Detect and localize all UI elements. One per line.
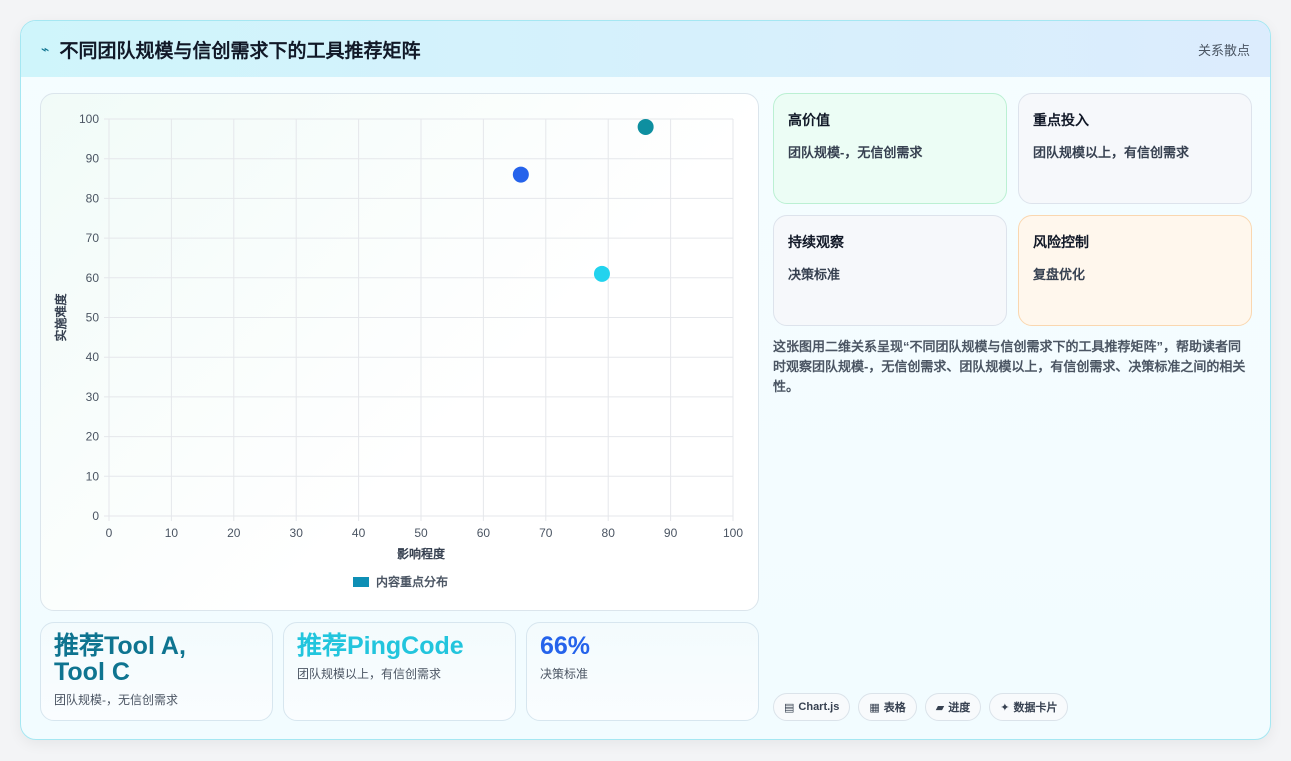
chip-progress[interactable]: ▰ 进度 — [924, 693, 982, 721]
progress-icon: ▰ — [935, 701, 945, 714]
x-tick-label: 0 — [106, 526, 113, 540]
chip-table[interactable]: ▦ 表格 — [858, 693, 917, 721]
chip-label: 数据卡片 — [1013, 702, 1058, 714]
chart-icon: ▤ — [784, 701, 795, 714]
quadrant-title: 风险控制 — [1033, 234, 1089, 250]
chart-card: 0 10 20 30 40 50 60 70 80 90 100 0 10 20 30 40 50 60 70 80 9… — [40, 93, 759, 611]
stat-label: 决策标准 — [540, 667, 589, 681]
header: ⌁ 不同团队规模与信创需求下的工具推荐矩阵 关系散点 — [21, 21, 1270, 77]
y-tick-label: 0 — [92, 509, 99, 523]
chip-data-card[interactable]: ✦ 数据卡片 — [989, 693, 1069, 721]
legend-label: 内容重点分布 — [376, 574, 448, 589]
quadrant-high-value: 高价值 团队规模-，无信创需求 — [773, 93, 1007, 204]
quadrant-text: 团队规模以上，有信创需求 — [1033, 145, 1190, 160]
x-tick-label: 20 — [227, 526, 241, 540]
stat-value: 推荐Tool A, Tool C — [54, 632, 186, 686]
quadrant-title: 高价值 — [788, 112, 830, 128]
data-point — [593, 265, 610, 282]
stat-value: 66% — [540, 632, 591, 660]
table-icon: ▦ — [869, 701, 880, 714]
sparkle-icon: ✦ — [1000, 701, 1010, 714]
y-tick-label: 80 — [86, 191, 100, 205]
main-panel: ⌁ 不同团队规模与信创需求下的工具推荐矩阵 关系散点 0 10 20 30 40 50 60… — [20, 20, 1271, 740]
x-tick-label: 50 — [414, 526, 428, 540]
quadrant-observe: 持续观察 决策标准 — [773, 215, 1007, 326]
data-point — [637, 118, 654, 135]
chart-type-tag: 关系散点 — [1197, 42, 1250, 58]
x-axis-label: 影响程度 — [397, 546, 446, 561]
stat-value: 推荐PingCode — [297, 632, 464, 660]
x-tick-label: 40 — [352, 526, 366, 540]
chip-label: 表格 — [883, 702, 906, 714]
y-tick-label: 60 — [86, 271, 100, 285]
x-tick-label: 30 — [290, 526, 304, 540]
quadrant-text: 团队规模-，无信创需求 — [788, 145, 923, 160]
stat-card-recommend-pingcode: 推荐PingCode 团队规模以上，有信创需求 — [283, 622, 516, 721]
y-tick-label: 90 — [86, 152, 100, 166]
stat-card-recommend-tools: 推荐Tool A, Tool C 团队规模-，无信创需求 — [40, 622, 273, 721]
tech-chips: ▤ Chart.js ▦ 表格 ▰ 进度 ✦ 数据卡片 — [773, 693, 1069, 721]
data-point — [512, 166, 529, 183]
x-tick-label: 10 — [165, 526, 179, 540]
stat-label: 团队规模以上，有信创需求 — [297, 667, 442, 681]
y-tick-label: 40 — [86, 350, 100, 364]
quadrant-text: 复盘优化 — [1033, 267, 1086, 282]
quadrant-risk-control: 风险控制 复盘优化 — [1018, 215, 1252, 326]
chip-chartjs[interactable]: ▤ Chart.js — [773, 693, 851, 721]
y-tick-label: 50 — [86, 311, 100, 325]
chart-description: 这张图用二维关系呈现“不同团队规模与信创需求下的工具推荐矩阵”，帮助读者同时观察… — [773, 339, 1246, 394]
x-tick-label: 70 — [539, 526, 553, 540]
legend-swatch — [353, 577, 369, 587]
y-tick-label: 70 — [86, 231, 100, 245]
y-tick-label: 20 — [86, 430, 100, 444]
y-tick-label: 100 — [79, 112, 99, 126]
x-tick-label: 80 — [602, 526, 616, 540]
lightning-icon: ⌁ — [41, 40, 50, 57]
stat-label: 团队规模-，无信创需求 — [54, 693, 178, 707]
quadrant-text: 决策标准 — [788, 267, 841, 282]
x-tick-label: 60 — [477, 526, 491, 540]
quadrant-title: 重点投入 — [1033, 112, 1089, 128]
scatter-chart: 0 10 20 30 40 50 60 70 80 90 100 0 10 20 30 40 50 60 70 80 9… — [53, 112, 743, 589]
x-tick-label: 100 — [723, 526, 743, 540]
stat-card-decision: 66% 决策标准 — [526, 622, 759, 721]
y-axis-label: 实施难度 — [53, 293, 68, 342]
y-tick-label: 30 — [86, 390, 100, 404]
quadrant-key-investment: 重点投入 团队规模以上，有信创需求 — [1018, 93, 1252, 204]
chip-label: Chart.js — [798, 701, 840, 713]
chip-label: 进度 — [948, 702, 971, 714]
quadrant-title: 持续观察 — [788, 234, 844, 250]
y-tick-label: 10 — [86, 469, 100, 483]
page-title: 不同团队规模与信创需求下的工具推荐矩阵 — [59, 40, 421, 62]
x-tick-label: 90 — [664, 526, 678, 540]
